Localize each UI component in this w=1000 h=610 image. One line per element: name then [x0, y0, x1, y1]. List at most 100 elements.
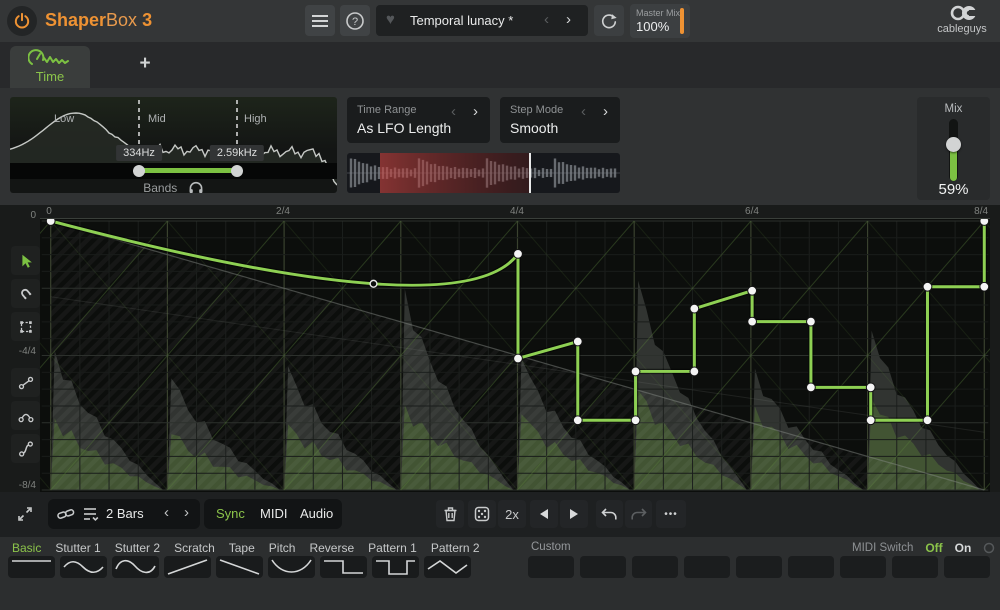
- mode-midi[interactable]: MIDI: [260, 506, 287, 521]
- custom-slot-9[interactable]: [944, 556, 990, 578]
- length-prev[interactable]: ‹: [164, 505, 169, 520]
- preset-prev-button[interactable]: ‹: [544, 12, 549, 27]
- refresh-button[interactable]: [594, 5, 624, 36]
- time-range-label: Time Range: [357, 104, 417, 116]
- double-button[interactable]: 2x: [498, 500, 526, 528]
- shift-left-button[interactable]: [530, 500, 558, 528]
- time-range-next[interactable]: ›: [473, 104, 478, 119]
- band-handle-high[interactable]: [231, 165, 243, 177]
- lfo-canvas[interactable]: [40, 218, 990, 492]
- delete-button[interactable]: [436, 500, 464, 528]
- custom-slot-8[interactable]: [892, 556, 938, 578]
- refresh-icon: [600, 12, 618, 30]
- tool-snap-button[interactable]: [11, 279, 40, 308]
- wave-tab-stutter1[interactable]: Stutter 1: [55, 541, 100, 555]
- wave-thumb-ramp-down[interactable]: [216, 556, 263, 578]
- band-range-bar[interactable]: [139, 168, 237, 173]
- mode-audio[interactable]: Audio: [300, 506, 333, 521]
- master-mix-control[interactable]: Master Mix 100%: [630, 4, 690, 38]
- step-mode-prev[interactable]: ‹: [581, 104, 586, 119]
- brand-logo[interactable]: cableguys: [930, 4, 994, 38]
- length-next[interactable]: ›: [184, 505, 189, 520]
- custom-slot-7[interactable]: [840, 556, 886, 578]
- custom-slot-4[interactable]: [684, 556, 730, 578]
- wave-tab-pattern1[interactable]: Pattern 1: [368, 541, 417, 555]
- tool-marquee-button[interactable]: [11, 312, 40, 341]
- step-mode-selector[interactable]: Step Mode ‹ › Smooth: [500, 97, 620, 143]
- help-button[interactable]: ?: [340, 5, 370, 36]
- wave-thumb-sine[interactable]: [60, 556, 107, 578]
- audio-strip[interactable]: [347, 153, 620, 193]
- wave-tab-tape[interactable]: Tape: [229, 541, 255, 555]
- midi-switch-icon[interactable]: [983, 542, 995, 554]
- wave-thumb-valley[interactable]: [268, 556, 315, 578]
- master-mix-label: Master Mix: [636, 8, 680, 18]
- step-mode-next[interactable]: ›: [603, 104, 608, 119]
- time-range-selector[interactable]: Time Range ‹ › As LFO Length: [347, 97, 490, 143]
- randomize-button[interactable]: [468, 500, 496, 528]
- power-button[interactable]: [7, 6, 37, 36]
- wave-thumb-step-down[interactable]: [320, 556, 367, 578]
- shift-right-button[interactable]: [560, 500, 588, 528]
- tab-time[interactable]: Time: [10, 46, 90, 88]
- midi-switch-off[interactable]: Off: [925, 541, 942, 555]
- tab-add-button[interactable]: +: [133, 52, 157, 76]
- midi-switch-on[interactable]: On: [955, 541, 972, 555]
- redo-icon: [630, 507, 647, 522]
- tool-pointer-button[interactable]: [11, 246, 40, 275]
- ruler-tick-2: 4/4: [510, 206, 524, 217]
- wave-tab-reverse[interactable]: Reverse: [309, 541, 354, 555]
- custom-slot-row: [528, 556, 990, 578]
- step-mode-label: Step Mode: [510, 104, 563, 116]
- shaperbox-window: ShaperBox 3 ? ♥ Temporal lunacy * ‹ › Ma…: [0, 0, 1000, 610]
- band-handle-low[interactable]: [133, 165, 145, 177]
- custom-slot-2[interactable]: [580, 556, 626, 578]
- line-tool-icon: [17, 374, 35, 392]
- expand-button[interactable]: [12, 501, 38, 527]
- step-list-icon[interactable]: [82, 506, 100, 522]
- tool-line-button[interactable]: [11, 368, 40, 397]
- tool-scurve-button[interactable]: [11, 434, 40, 463]
- band-freq-high[interactable]: 2.59kHz: [210, 145, 264, 161]
- audio-selection-region[interactable]: [380, 153, 529, 193]
- time-tab-icon: [28, 49, 72, 69]
- wave-thumb-flat[interactable]: [8, 556, 55, 578]
- undo-button[interactable]: [596, 500, 623, 528]
- help-icon: ?: [345, 11, 365, 31]
- custom-slot-6[interactable]: [788, 556, 834, 578]
- time-range-prev[interactable]: ‹: [451, 104, 456, 119]
- wave-thumb-triangle[interactable]: [424, 556, 471, 578]
- master-mix-value: 100%: [636, 19, 669, 34]
- wave-tab-basic[interactable]: Basic: [12, 541, 41, 555]
- redo-button[interactable]: [625, 500, 652, 528]
- tab-time-label: Time: [10, 69, 90, 84]
- custom-slot-5[interactable]: [736, 556, 782, 578]
- wave-tab-stutter2[interactable]: Stutter 2: [115, 541, 160, 555]
- wave-thumb-notch[interactable]: [372, 556, 419, 578]
- step-mode-value: Smooth: [510, 120, 558, 136]
- master-mix-slider[interactable]: [680, 8, 684, 34]
- favorite-heart-icon[interactable]: ♥: [386, 11, 395, 28]
- wave-tab-pitch[interactable]: Pitch: [269, 541, 296, 555]
- hamburger-icon: [311, 14, 329, 28]
- preset-selector[interactable]: ♥ Temporal lunacy * ‹ ›: [376, 5, 588, 36]
- wave-tab-pattern2[interactable]: Pattern 2: [431, 541, 480, 555]
- wave-thumb-sine-full[interactable]: [112, 556, 159, 578]
- custom-slot-1[interactable]: [528, 556, 574, 578]
- headphones-icon[interactable]: [188, 181, 204, 193]
- mode-sync[interactable]: Sync: [216, 506, 245, 521]
- preset-next-button[interactable]: ›: [566, 12, 571, 27]
- custom-label: Custom: [531, 541, 571, 553]
- wave-thumb-ramp-up[interactable]: [164, 556, 211, 578]
- length-value[interactable]: 2 Bars: [106, 506, 144, 521]
- menu-button[interactable]: [305, 5, 335, 36]
- mix-slider-knob[interactable]: [946, 137, 961, 152]
- tool-curve-button[interactable]: [11, 401, 40, 430]
- more-button[interactable]: •••: [656, 500, 686, 528]
- preset-name[interactable]: Temporal lunacy *: [410, 13, 513, 28]
- custom-slot-3[interactable]: [632, 556, 678, 578]
- band-freq-low[interactable]: 334Hz: [116, 145, 162, 161]
- link-icon[interactable]: [56, 505, 76, 523]
- wave-tab-scratch[interactable]: Scratch: [174, 541, 215, 555]
- panel-row: Low Mid High 334Hz 2.59kHz Bands Time Ra…: [0, 88, 1000, 205]
